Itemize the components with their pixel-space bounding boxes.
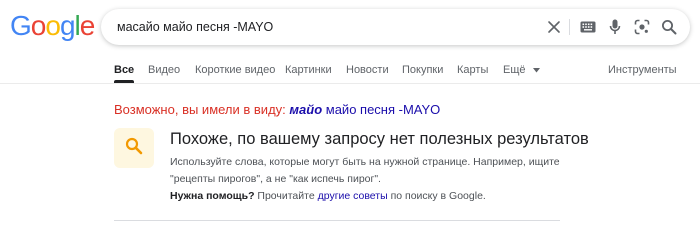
search-input[interactable]: масайо майо песня -MAYO <box>117 9 273 45</box>
logo-letter: g <box>59 10 76 41</box>
tools-button[interactable]: Инструменты <box>608 58 677 82</box>
did-you-mean-label: Возможно, вы имели в виду: <box>114 102 286 117</box>
did-you-mean-link[interactable]: майо майо песня -MAYO <box>289 102 440 117</box>
help-line: Нужна помощь? Прочитайте другие советы п… <box>170 190 486 202</box>
did-you-mean: Возможно, вы имели в виду: майо майо пес… <box>114 102 440 117</box>
help-link[interactable]: другие советы <box>318 190 388 202</box>
tab-more-label: Ещё <box>503 64 526 76</box>
results-divider <box>114 220 560 221</box>
keyboard-icon[interactable] <box>579 18 597 36</box>
tab-all[interactable]: Все <box>114 58 134 82</box>
help-label: Нужна помощь? <box>170 190 255 202</box>
logo-letter: o <box>30 10 47 41</box>
lens-camera-icon[interactable] <box>633 18 651 36</box>
search-tabs: Все Видео Короткие видео Картинки Новост… <box>0 58 700 83</box>
corrected-word: майо <box>289 102 323 117</box>
logo-letter: G <box>10 10 32 41</box>
logo-letter: o <box>45 10 61 41</box>
no-results-icon-box <box>114 128 154 168</box>
search-icon[interactable] <box>660 18 678 36</box>
tab-news[interactable]: Новости <box>346 58 389 82</box>
tab-more[interactable]: Ещё <box>503 58 540 82</box>
no-results-text: Используйте слова, которые могут быть на… <box>170 156 560 185</box>
google-logo[interactable]: G o o g l e <box>10 10 96 42</box>
suggestion-rest: майо песня -MAYO <box>325 102 441 117</box>
search-divider <box>569 19 570 35</box>
chevron-down-icon <box>532 58 540 82</box>
no-results-title: Похоже, по вашему запросу нет полезных р… <box>170 130 589 148</box>
search-icon <box>124 136 144 161</box>
tab-shopping[interactable]: Покупки <box>402 58 443 82</box>
help-mid: Прочитайте <box>257 190 315 202</box>
clear-icon[interactable] <box>545 18 563 36</box>
tab-maps[interactable]: Карты <box>457 58 488 82</box>
tab-video[interactable]: Видео <box>148 58 180 82</box>
tab-images[interactable]: Картинки <box>285 58 332 82</box>
search-box[interactable]: масайо майо песня -MAYO <box>101 9 690 45</box>
header-divider <box>0 83 700 84</box>
tab-short-video[interactable]: Короткие видео <box>195 58 275 82</box>
logo-letter: e <box>79 10 96 41</box>
help-end: по поиску в Google. <box>390 190 486 202</box>
microphone-icon[interactable] <box>606 18 624 36</box>
